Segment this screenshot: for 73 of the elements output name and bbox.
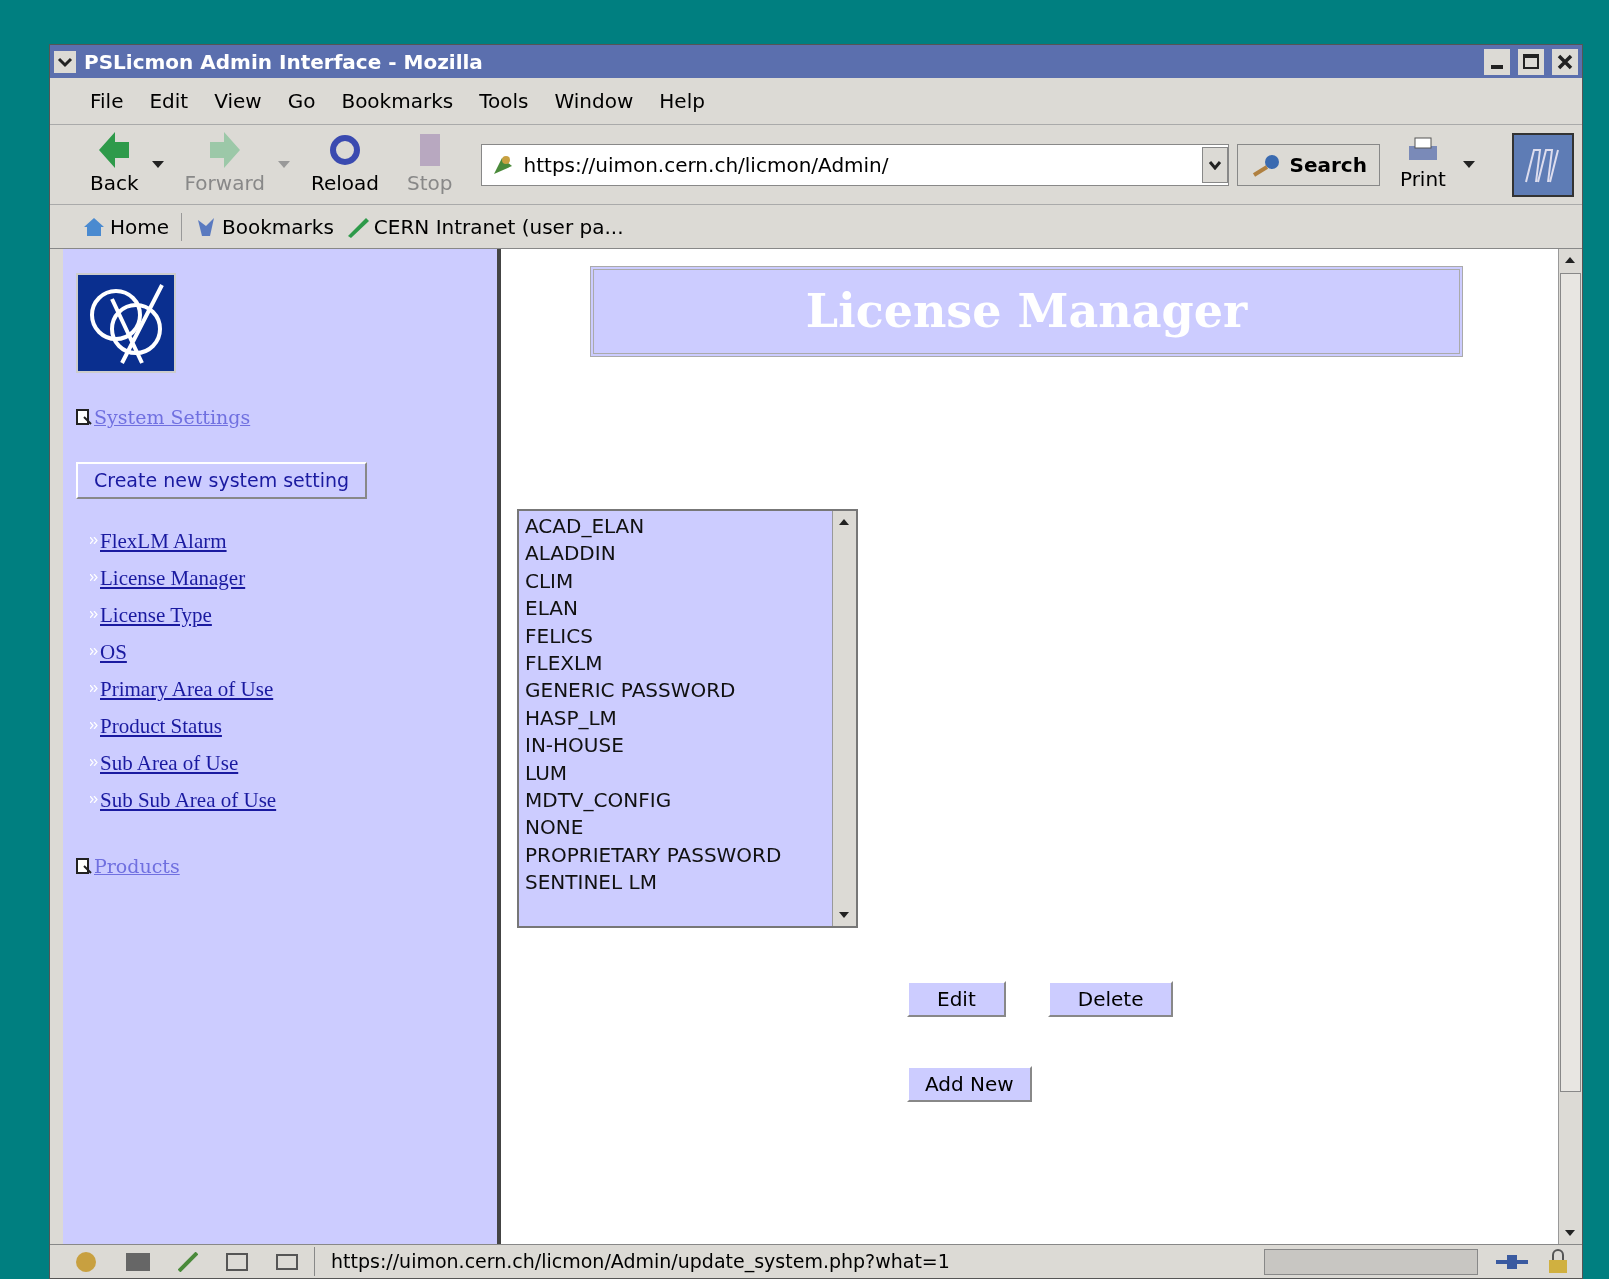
list-option[interactable]: FLEXLM [525, 650, 832, 678]
sidebar-link[interactable]: Sub Area of Use [100, 750, 239, 775]
action-button[interactable]: Delete [1047, 981, 1174, 1017]
maximize-icon[interactable] [1518, 48, 1544, 75]
sidebar-link[interactable]: FlexLM Alarm [100, 528, 227, 553]
menu-item[interactable]: Bookmarks [341, 86, 454, 116]
menu-item[interactable]: Go [287, 86, 316, 116]
print-button[interactable]: Print [1399, 135, 1446, 194]
bookmark-link[interactable]: Home [82, 211, 170, 242]
action-button[interactable]: Edit [907, 981, 1006, 1017]
chevron-icon [90, 611, 98, 618]
reload-button[interactable]: Reload [303, 131, 388, 198]
list-option[interactable]: GENERIC PASSWORD [525, 677, 832, 705]
list-option[interactable]: IN-HOUSE [525, 732, 832, 760]
chevron-icon [90, 537, 98, 544]
bookmark-link[interactable]: CERN Intranet (user pa... [345, 211, 624, 242]
url-text: https://uimon.cern.ch/licmon/Admin/ [523, 151, 890, 179]
list-option[interactable]: PROPRIETARY PASSWORD [525, 841, 832, 870]
sidebar-link[interactable]: OS [100, 639, 127, 664]
list-scrollbar[interactable] [832, 511, 856, 926]
chevron-icon [90, 685, 98, 692]
sidebar-link[interactable]: Sub Sub Area of Use [100, 787, 277, 812]
menu-item[interactable]: Tools [479, 86, 529, 116]
chevron-icon [90, 722, 98, 729]
item-list[interactable]: ACAD_ELAN ALADDIN CLIM ELAN FELICS FLEXLM GENERIC PASSWORD HASP_LM IN-HOUSE LUM MDTV_CONFIG NONE PROPRIETARY PASSWORD SENTINEL LM [517, 509, 858, 928]
lock-icon [1546, 1248, 1570, 1275]
list-option[interactable]: SENTINEL LM [525, 869, 832, 897]
list-option[interactable]: CLIM [525, 567, 832, 596]
chevron-icon [90, 574, 98, 581]
add-new-button[interactable]: Add New [907, 1066, 1032, 1102]
caret-icon[interactable] [1461, 159, 1476, 170]
list-option[interactable]: FELICS [525, 622, 832, 651]
forward-arrow-icon [209, 131, 240, 168]
menu-item[interactable]: Help [659, 86, 705, 116]
window-title: PSLicmon Admin Interface - Mozilla [84, 48, 484, 76]
sidebar-link[interactable]: License Manager [100, 565, 246, 590]
list-option[interactable]: LUM [525, 759, 832, 788]
search-button[interactable]: Search [1236, 143, 1380, 186]
dropdown-button[interactable] [1201, 146, 1228, 183]
create-setting-button[interactable]: Create new system setting [76, 461, 368, 499]
menu-item[interactable]: Edit [149, 86, 189, 116]
menu-item[interactable]: Window [554, 86, 634, 116]
bookmark-link[interactable]: Bookmarks [194, 211, 334, 242]
status-text: https://uimon.cern.ch/licmon/Admin/update_system.php?what=1 [314, 1247, 1248, 1276]
pen-icon[interactable] [178, 1251, 198, 1272]
caret-icon [1207, 159, 1222, 170]
sidebar-link[interactable]: License Type [100, 602, 212, 627]
sidebar-link[interactable]: Product Status [100, 713, 222, 738]
document-icon [76, 409, 92, 426]
back-arrow-icon [99, 131, 130, 168]
chevron-icon [90, 648, 98, 655]
close-icon[interactable] [1552, 48, 1578, 75]
window-menu-icon[interactable] [54, 50, 76, 73]
document-icon [76, 857, 92, 874]
chevron-icon [90, 759, 98, 766]
house-icon [82, 215, 106, 238]
list-option[interactable]: ELAN [525, 595, 832, 623]
page-scrollbar[interactable] [1558, 249, 1582, 1244]
scroll-thumb[interactable] [1560, 273, 1581, 1092]
back-button[interactable]: Back [82, 131, 147, 198]
list-option[interactable]: ALADDIN [525, 540, 832, 568]
menu-item[interactable]: File [90, 86, 124, 116]
list-option[interactable]: HASP_LM [525, 704, 832, 733]
caret-icon[interactable] [150, 159, 165, 170]
sidebar-link[interactable]: Primary Area of Use [100, 676, 274, 701]
menu-item[interactable]: View [214, 86, 262, 116]
chevron-icon [90, 796, 98, 803]
minimize-icon[interactable] [1484, 48, 1510, 75]
address-field[interactable]: https://uimon.cern.ch/licmon/Admin/ [480, 143, 1229, 186]
list-option[interactable]: ACAD_ELAN [525, 513, 832, 541]
throbber-logo[interactable] [1512, 132, 1574, 197]
list-option[interactable]: MDTV_CONFIG [525, 787, 832, 815]
list-option[interactable]: NONE [525, 814, 832, 842]
